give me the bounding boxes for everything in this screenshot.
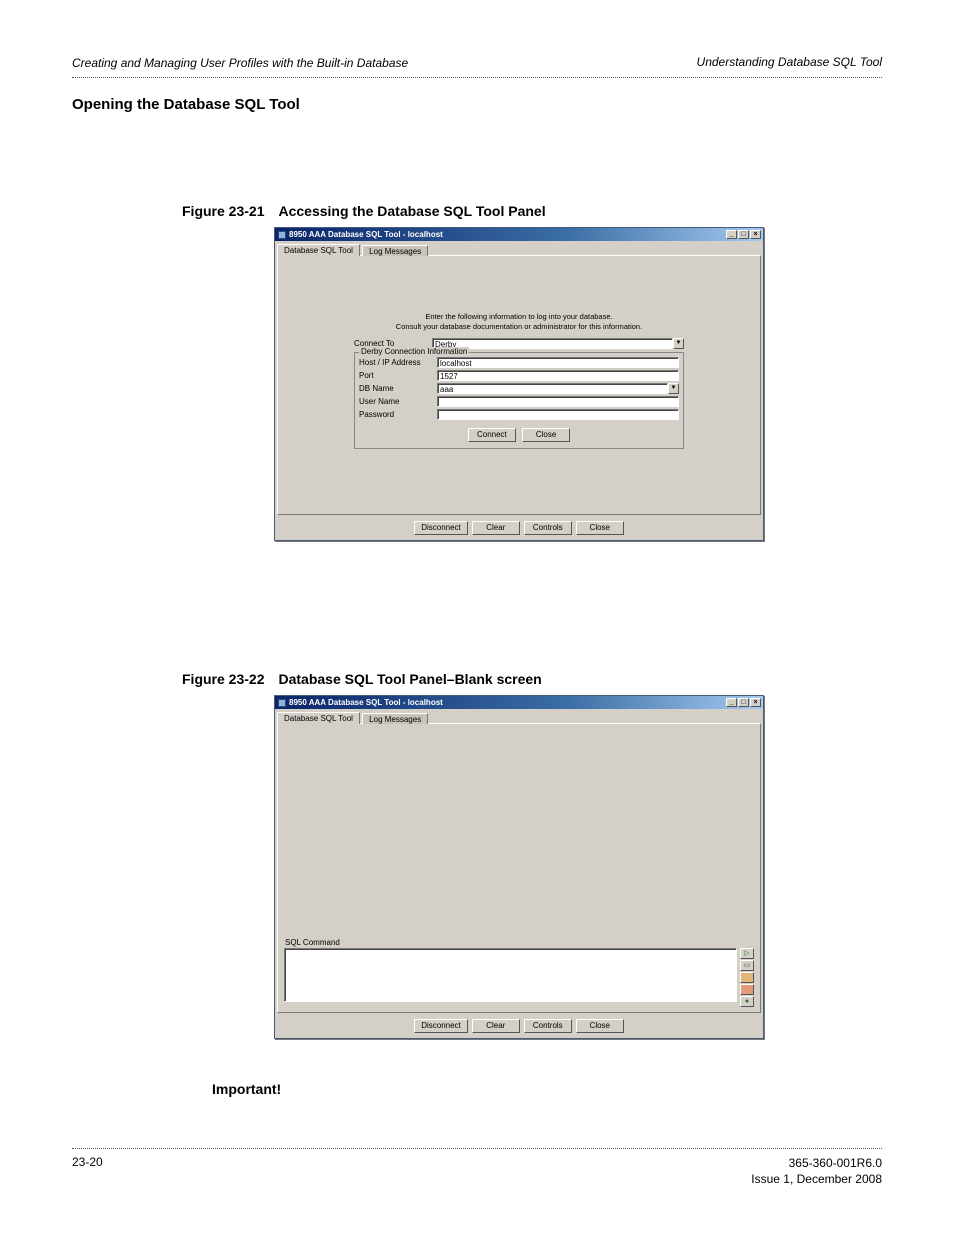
app-icon — [278, 699, 286, 707]
run-sql-icon[interactable]: ▷ — [740, 948, 754, 959]
chevron-down-icon[interactable]: ▼ — [673, 338, 684, 349]
footer-rule — [72, 1148, 882, 1149]
tab-database-sql-tool[interactable]: Database SQL Tool — [277, 244, 360, 256]
figure-23-22: Figure 23-22 Database SQL Tool Panel–Bla… — [72, 671, 882, 1039]
app-icon — [278, 231, 286, 239]
doc-number: 365-360-001R6.0 — [751, 1155, 882, 1171]
instructions-line-2: Consult your database documentation or a… — [354, 322, 684, 332]
disconnect-button[interactable]: Disconnect — [414, 1019, 468, 1033]
topic-title: Understanding Database SQL Tool — [697, 55, 882, 69]
close-window-button[interactable]: × — [750, 230, 761, 239]
host-label: Host / IP Address — [359, 358, 437, 367]
username-label: User Name — [359, 397, 437, 406]
instructions-line-1: Enter the following information to log i… — [354, 312, 684, 322]
window-body: SQL Command ▷ ▭ ● — [277, 723, 761, 1013]
figure-caption: Figure 23-22 Database SQL Tool Panel–Bla… — [182, 671, 882, 687]
sql-command-row: ▷ ▭ ● — [281, 948, 757, 1009]
db-action-2-icon[interactable] — [740, 984, 754, 995]
username-input[interactable] — [437, 396, 679, 407]
sql-tool-window-connect: 8950 AAA Database SQL Tool - localhost _… — [274, 227, 764, 541]
close-button[interactable]: Close — [522, 428, 570, 442]
sql-side-toolbar: ▷ ▭ ● — [740, 948, 754, 1007]
tabs: Database SQL Tool Log Messages — [275, 241, 763, 255]
maximize-button[interactable]: □ — [738, 230, 749, 239]
figure-23-21: Figure 23-21 Accessing the Database SQL … — [72, 203, 882, 541]
window-title: 8950 AAA Database SQL Tool - localhost — [289, 230, 443, 239]
window-controls: _ □ × — [726, 698, 761, 707]
dbname-label: DB Name — [359, 384, 437, 393]
tabs: Database SQL Tool Log Messages — [275, 709, 763, 723]
window-controls: _ □ × — [726, 230, 761, 239]
minimize-button[interactable]: _ — [726, 698, 737, 707]
minimize-button[interactable]: _ — [726, 230, 737, 239]
port-input[interactable]: 1527 — [437, 370, 679, 381]
connection-panel: Enter the following information to log i… — [354, 312, 684, 449]
titlebar: 8950 AAA Database SQL Tool - localhost _… — [275, 228, 763, 241]
issue-date: Issue 1, December 2008 — [751, 1171, 882, 1187]
connect-button[interactable]: Connect — [468, 428, 516, 442]
titlebar: 8950 AAA Database SQL Tool - localhost _… — [275, 696, 763, 709]
connection-info-fieldset: Derby Connection Information Host / IP A… — [354, 352, 684, 449]
results-area — [281, 727, 757, 936]
tab-log-messages[interactable]: Log Messages — [362, 713, 428, 724]
clear-button[interactable]: Clear — [472, 521, 520, 535]
controls-button[interactable]: Controls — [524, 521, 572, 535]
password-label: Password — [359, 410, 437, 419]
section-heading: Opening the Database SQL Tool — [72, 96, 882, 113]
page-header: Creating and Managing User Profiles with… — [72, 55, 882, 71]
close-window-button[interactable]: × — [750, 698, 761, 707]
port-label: Port — [359, 371, 437, 380]
window-body: Enter the following information to log i… — [277, 255, 761, 515]
sql-tool-window-blank: 8950 AAA Database SQL Tool - localhost _… — [274, 695, 764, 1039]
tab-database-sql-tool[interactable]: Database SQL Tool — [277, 712, 360, 724]
bottom-toolbar: Disconnect Clear Controls Close — [275, 517, 763, 540]
close-button[interactable]: Close — [576, 1019, 624, 1033]
connection-instructions: Enter the following information to log i… — [354, 312, 684, 332]
chapter-title: Creating and Managing User Profiles with… — [72, 55, 408, 71]
clear-button[interactable]: Clear — [472, 1019, 520, 1033]
sql-command-label: SQL Command — [285, 938, 757, 947]
figure-caption: Figure 23-21 Accessing the Database SQL … — [182, 203, 882, 219]
chevron-down-icon[interactable]: ▼ — [668, 383, 679, 394]
controls-button[interactable]: Controls — [524, 1019, 572, 1033]
window-title: 8950 AAA Database SQL Tool - localhost — [289, 698, 443, 707]
page-number: 23-20 — [72, 1155, 103, 1169]
open-file-icon[interactable]: ▭ — [740, 960, 754, 971]
dbname-input[interactable]: aaa — [437, 383, 668, 394]
maximize-button[interactable]: □ — [738, 698, 749, 707]
disconnect-button[interactable]: Disconnect — [414, 521, 468, 535]
refresh-schema-icon[interactable]: ● — [740, 996, 754, 1007]
page-footer: 23-20 365-360-001R6.0 Issue 1, December … — [72, 1142, 882, 1187]
sql-command-input[interactable] — [284, 948, 737, 1002]
password-input[interactable] — [437, 409, 679, 420]
fieldset-legend: Derby Connection Information — [359, 347, 469, 356]
bottom-toolbar: Disconnect Clear Controls Close — [275, 1015, 763, 1038]
header-rule — [72, 77, 882, 78]
tab-log-messages[interactable]: Log Messages — [362, 245, 428, 256]
close-button[interactable]: Close — [576, 521, 624, 535]
connection-actions: Connect Close — [359, 428, 679, 442]
important-label: Important! — [212, 1081, 882, 1097]
host-input[interactable]: localhost — [437, 357, 679, 368]
db-action-1-icon[interactable] — [740, 972, 754, 983]
